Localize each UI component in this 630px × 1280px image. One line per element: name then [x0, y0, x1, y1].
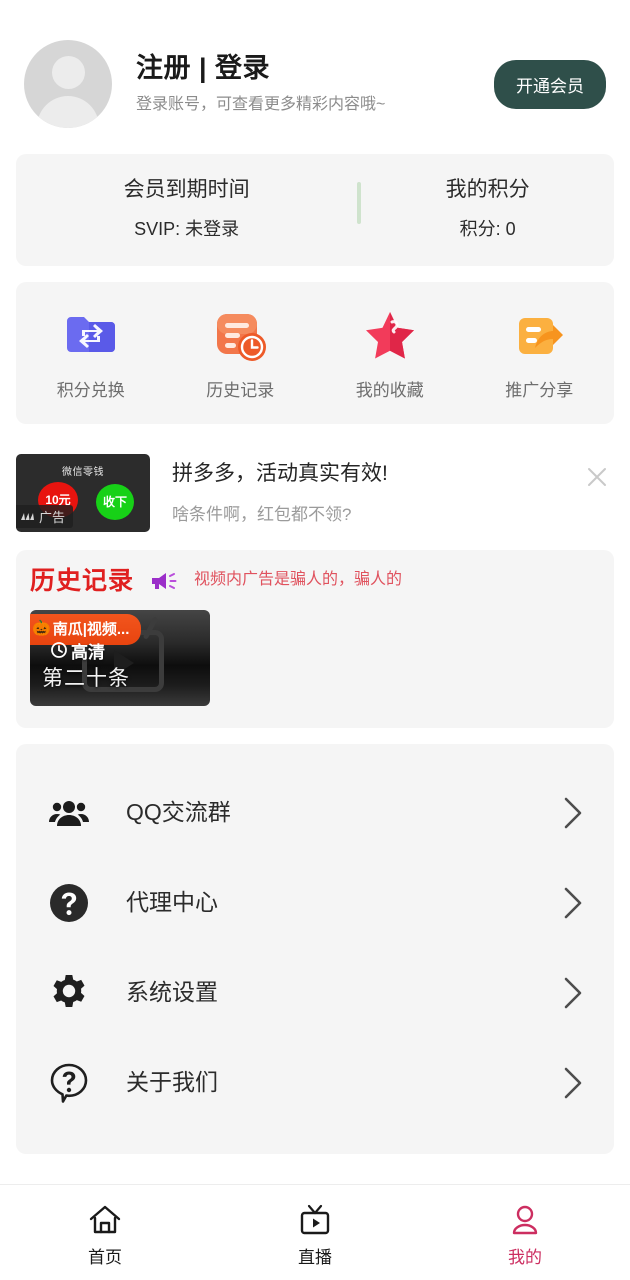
- quick-action-favorites[interactable]: 我的收藏: [315, 308, 465, 402]
- pumpkin-icon: 🎃: [32, 620, 51, 638]
- menu-item-label: 代理中心: [126, 888, 218, 915]
- quick-action-share[interactable]: 推广分享: [465, 308, 615, 402]
- star-favorite-icon: [362, 308, 418, 364]
- avatar[interactable]: [24, 40, 112, 128]
- profile-header: 注册 | 登录 登录账号，可查看更多精彩内容哦~ 开通会员: [16, 0, 614, 154]
- menu-item-label: 系统设置: [126, 978, 218, 1005]
- close-icon[interactable]: [580, 460, 614, 494]
- menu-item-qq-group[interactable]: QQ交流群: [16, 768, 614, 858]
- vip-expiry-label: 会员到期时间: [123, 178, 250, 201]
- ad-badge-text: 广告: [39, 509, 66, 525]
- quick-action-points-exchange[interactable]: 积分兑换: [16, 308, 166, 402]
- menu-card: QQ交流群 代理中心 系统设置 关于我们: [16, 743, 614, 1154]
- menu-item-label: 关于我们: [126, 1068, 218, 1095]
- gear-icon: [46, 970, 92, 1016]
- chevron-right-icon: [560, 796, 586, 830]
- tv-live-icon: [298, 1204, 332, 1241]
- history-header: 历史记录 视频内广告是骗人的，骗人的: [30, 564, 600, 610]
- clock-icon: [51, 642, 67, 659]
- bottom-navigation: 首页 直播 我的: [0, 1184, 630, 1280]
- chevron-right-icon: [560, 1066, 586, 1100]
- tab-live[interactable]: 直播: [210, 1185, 420, 1280]
- megaphone-icon: [150, 570, 180, 592]
- tab-label-live: 直播: [298, 1247, 332, 1267]
- vip-expiry-block[interactable]: 会员到期时间 SVIP: 未登录: [16, 176, 357, 242]
- points-label: 我的积分: [445, 178, 530, 201]
- person-icon: [508, 1204, 542, 1241]
- exchange-folder-icon: [63, 308, 119, 364]
- quick-action-history[interactable]: 历史记录: [166, 308, 316, 402]
- login-register-link[interactable]: 注册 | 登录: [136, 52, 494, 86]
- scroll-content[interactable]: 注册 | 登录 登录账号，可查看更多精彩内容哦~ 开通会员 会员到期时间 SVI…: [0, 0, 630, 1184]
- tab-label-home: 首页: [88, 1247, 122, 1267]
- quick-action-label: 推广分享: [505, 380, 574, 400]
- points-block[interactable]: 我的积分 积分: 0: [361, 176, 614, 242]
- question-bubble-icon: [46, 1060, 92, 1106]
- avatar-body-shape: [37, 96, 99, 128]
- question-mark-filled-icon: [46, 880, 92, 926]
- menu-item-label: QQ交流群: [126, 798, 231, 825]
- ad-label-badge: 广告: [16, 504, 74, 528]
- quick-actions-card: 积分兑换 历史记录 我的收藏 推广分享: [16, 281, 615, 424]
- menu-item-agent-center[interactable]: 代理中心: [16, 858, 614, 948]
- quality-text: 高清: [71, 642, 105, 662]
- tab-mine[interactable]: 我的: [420, 1185, 630, 1280]
- history-clock-icon: [212, 308, 268, 364]
- open-vip-button[interactable]: 开通会员: [494, 59, 606, 109]
- people-group-icon: [46, 790, 92, 836]
- profile-subtitle: 登录账号，可查看更多精彩内容哦~: [136, 96, 386, 114]
- points-value: 积分: 0: [459, 219, 516, 240]
- history-card: 历史记录 视频内广告是骗人的，骗人的 🎃 南瓜|视频... 高清 第二十条: [16, 549, 614, 728]
- history-item-title: 第二十条: [42, 666, 130, 690]
- history-item[interactable]: 🎃 南瓜|视频... 高清 第二十条: [30, 609, 210, 706]
- menu-item-system-settings[interactable]: 系统设置: [16, 948, 614, 1038]
- ad-thumbnail[interactable]: 微信零钱 10元 收下 广告: [16, 453, 150, 532]
- share-promote-icon: [511, 308, 567, 364]
- ad-text-block: 拼多多，活动真实有效! 啥条件啊，红包都不领?: [150, 460, 580, 526]
- history-notice-text: 视频内广告是骗人的，骗人的: [194, 571, 403, 589]
- tab-label-mine: 我的: [508, 1247, 542, 1267]
- history-quality-label: 高清: [50, 638, 105, 663]
- profile-text-block: 注册 | 登录 登录账号，可查看更多精彩内容哦~: [112, 52, 494, 117]
- ad-thumb-title: 微信零钱: [62, 466, 104, 478]
- quick-action-label: 历史记录: [206, 380, 275, 400]
- quick-action-label: 积分兑换: [56, 380, 125, 400]
- ad-signal-icon: [21, 513, 34, 521]
- tab-home[interactable]: 首页: [0, 1185, 210, 1280]
- history-title: 历史记录: [30, 566, 135, 595]
- quick-action-label: 我的收藏: [355, 380, 424, 400]
- advertisement-banner[interactable]: 微信零钱 10元 收下 广告 拼多多，活动真实有效! 啥条件啊，红包都不领?: [16, 440, 614, 550]
- chevron-right-icon: [560, 886, 586, 920]
- stats-card: 会员到期时间 SVIP: 未登录 我的积分 积分: 0: [16, 154, 614, 266]
- vip-expiry-value: SVIP: 未登录: [134, 219, 240, 240]
- avatar-head-shape: [51, 56, 85, 89]
- menu-item-about-us[interactable]: 关于我们: [16, 1038, 614, 1128]
- ad-subtitle: 啥条件啊，红包都不领?: [172, 504, 352, 524]
- chevron-right-icon: [560, 976, 586, 1010]
- history-item-list: 🎃 南瓜|视频... 高清 第二十条: [30, 609, 600, 706]
- ad-green-coin: 收下: [96, 483, 134, 520]
- app-screen: 注册 | 登录 登录账号，可查看更多精彩内容哦~ 开通会员 会员到期时间 SVI…: [0, 0, 630, 1280]
- history-badge-text: 南瓜|视频...: [52, 620, 130, 638]
- ad-title: 拼多多，活动真实有效!: [172, 461, 388, 485]
- home-icon: [88, 1204, 122, 1241]
